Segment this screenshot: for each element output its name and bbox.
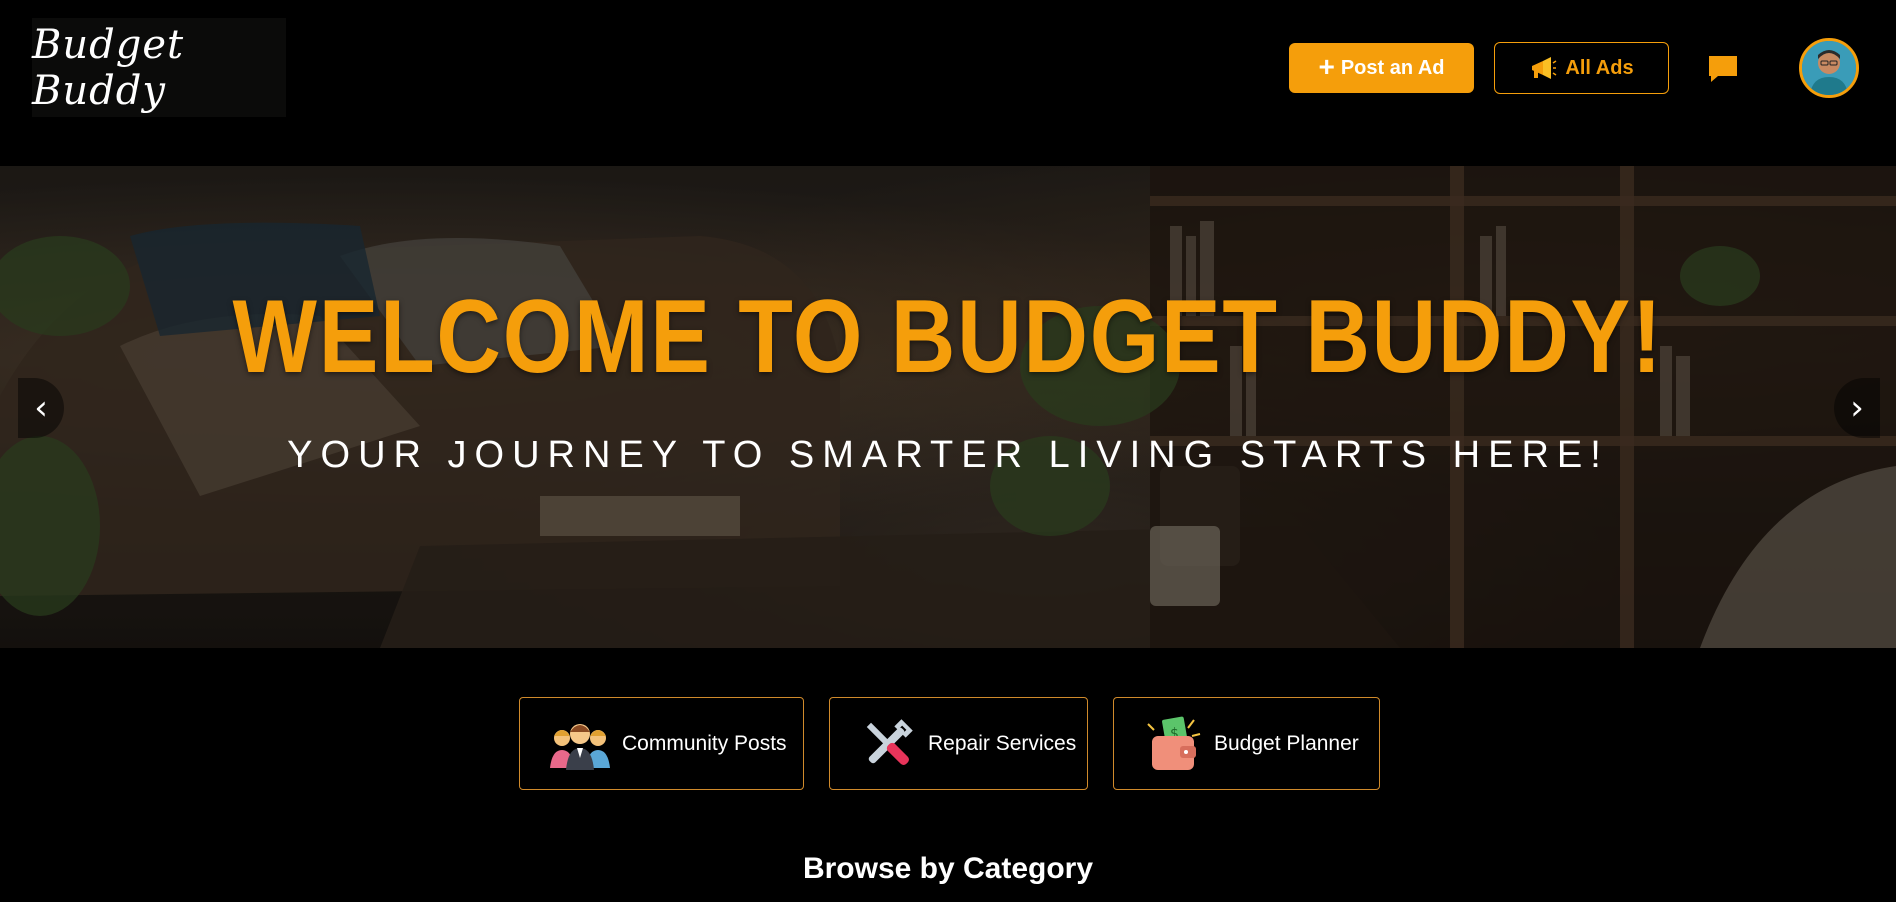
community-posts-card[interactable]: Community Posts (519, 697, 804, 790)
post-ad-label: Post an Ad (1340, 56, 1445, 79)
user-avatar[interactable] (1799, 38, 1859, 98)
chevron-right-icon: › (1850, 388, 1864, 428)
plus-icon: + (1318, 50, 1335, 82)
hero-title: WELCOME TO BUDGET BUDDY! (232, 279, 1664, 395)
budget-planner-card[interactable]: $ Budget Planner (1113, 697, 1380, 790)
wallet-icon: $ (1147, 716, 1201, 770)
repair-services-card[interactable]: Repair Services (829, 697, 1088, 790)
budget-planner-label: Budget Planner (1214, 731, 1359, 755)
site-header: Budget Buddy + Post an Ad All Ads (0, 0, 1896, 166)
repair-services-label: Repair Services (928, 731, 1077, 755)
browse-category-title: Browse by Category (802, 852, 1094, 885)
tools-icon (866, 718, 913, 765)
post-ad-button[interactable]: + Post an Ad (1289, 43, 1474, 93)
logo[interactable]: Budget Buddy (32, 18, 286, 117)
community-icon (550, 723, 610, 770)
chevron-left-icon: ‹ (34, 388, 48, 428)
hero-subtitle: YOUR JOURNEY TO SMARTER LIVING STARTS HE… (287, 434, 1609, 476)
megaphone-icon (1532, 57, 1557, 79)
all-ads-label: All Ads (1565, 56, 1634, 79)
all-ads-button[interactable]: All Ads (1494, 42, 1669, 94)
chat-icon[interactable] (1707, 53, 1739, 85)
hero-overlay (0, 166, 1896, 648)
community-posts-label: Community Posts (622, 731, 787, 755)
avatar-image (1802, 41, 1856, 95)
hero-carousel: WELCOME TO BUDGET BUDDY! YOUR JOURNEY TO… (0, 166, 1896, 648)
logo-text: Budget Buddy (32, 21, 185, 114)
